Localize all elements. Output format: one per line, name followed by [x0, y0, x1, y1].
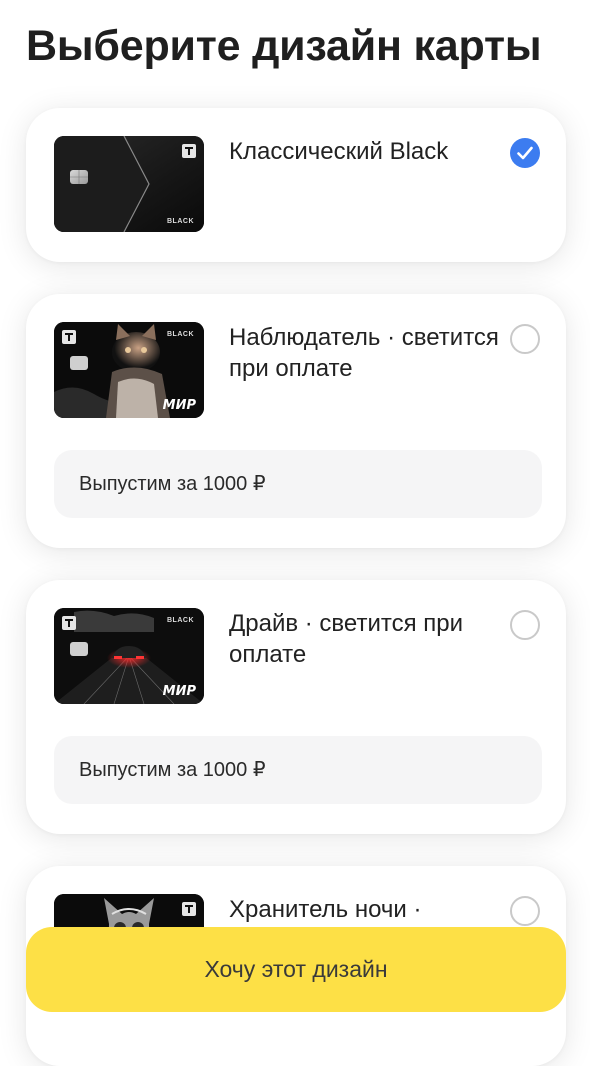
design-option-observer[interactable]: BLACK МИР Наблюдатель · светится при опл… — [26, 294, 566, 548]
card-thumbnail-car: BLACK МИР — [54, 608, 204, 704]
design-option-drive[interactable]: BLACK МИР Драйв · светится при оплате Вы… — [26, 580, 566, 834]
choose-design-button[interactable]: Хочу этот дизайн — [26, 927, 566, 1012]
radio-selected[interactable] — [510, 138, 540, 168]
price-info: Выпустим за 1000 ₽ — [54, 736, 542, 804]
mir-logo: МИР — [162, 684, 196, 699]
card-brand-text: BLACK — [167, 218, 194, 225]
card-thumbnail-cat: BLACK МИР — [54, 322, 204, 418]
price-info: Выпустим за 1000 ₽ — [54, 450, 542, 518]
page-title: Выберите дизайн карты — [26, 22, 542, 70]
design-option-classic-black[interactable]: BLACK Классический Black — [26, 108, 566, 262]
price-text: Выпустим за 1000 ₽ — [79, 473, 266, 495]
option-label: Хранитель ночи · — [229, 896, 422, 923]
radio-unselected[interactable] — [510, 324, 540, 354]
option-label: Наблюдатель · светится при оплате — [229, 324, 499, 382]
option-label: Классический Black — [229, 138, 449, 165]
checkmark-icon — [517, 146, 533, 160]
card-thumbnail-classic-black: BLACK — [54, 136, 204, 232]
radio-unselected[interactable] — [510, 896, 540, 926]
radio-unselected[interactable] — [510, 610, 540, 640]
mir-logo: МИР — [162, 398, 196, 413]
price-text: Выпустим за 1000 ₽ — [79, 759, 266, 781]
card-brand-text: BLACK — [167, 331, 194, 338]
card-brand-text: BLACK — [167, 617, 194, 624]
option-label: Драйв · светится при оплате — [229, 610, 463, 668]
